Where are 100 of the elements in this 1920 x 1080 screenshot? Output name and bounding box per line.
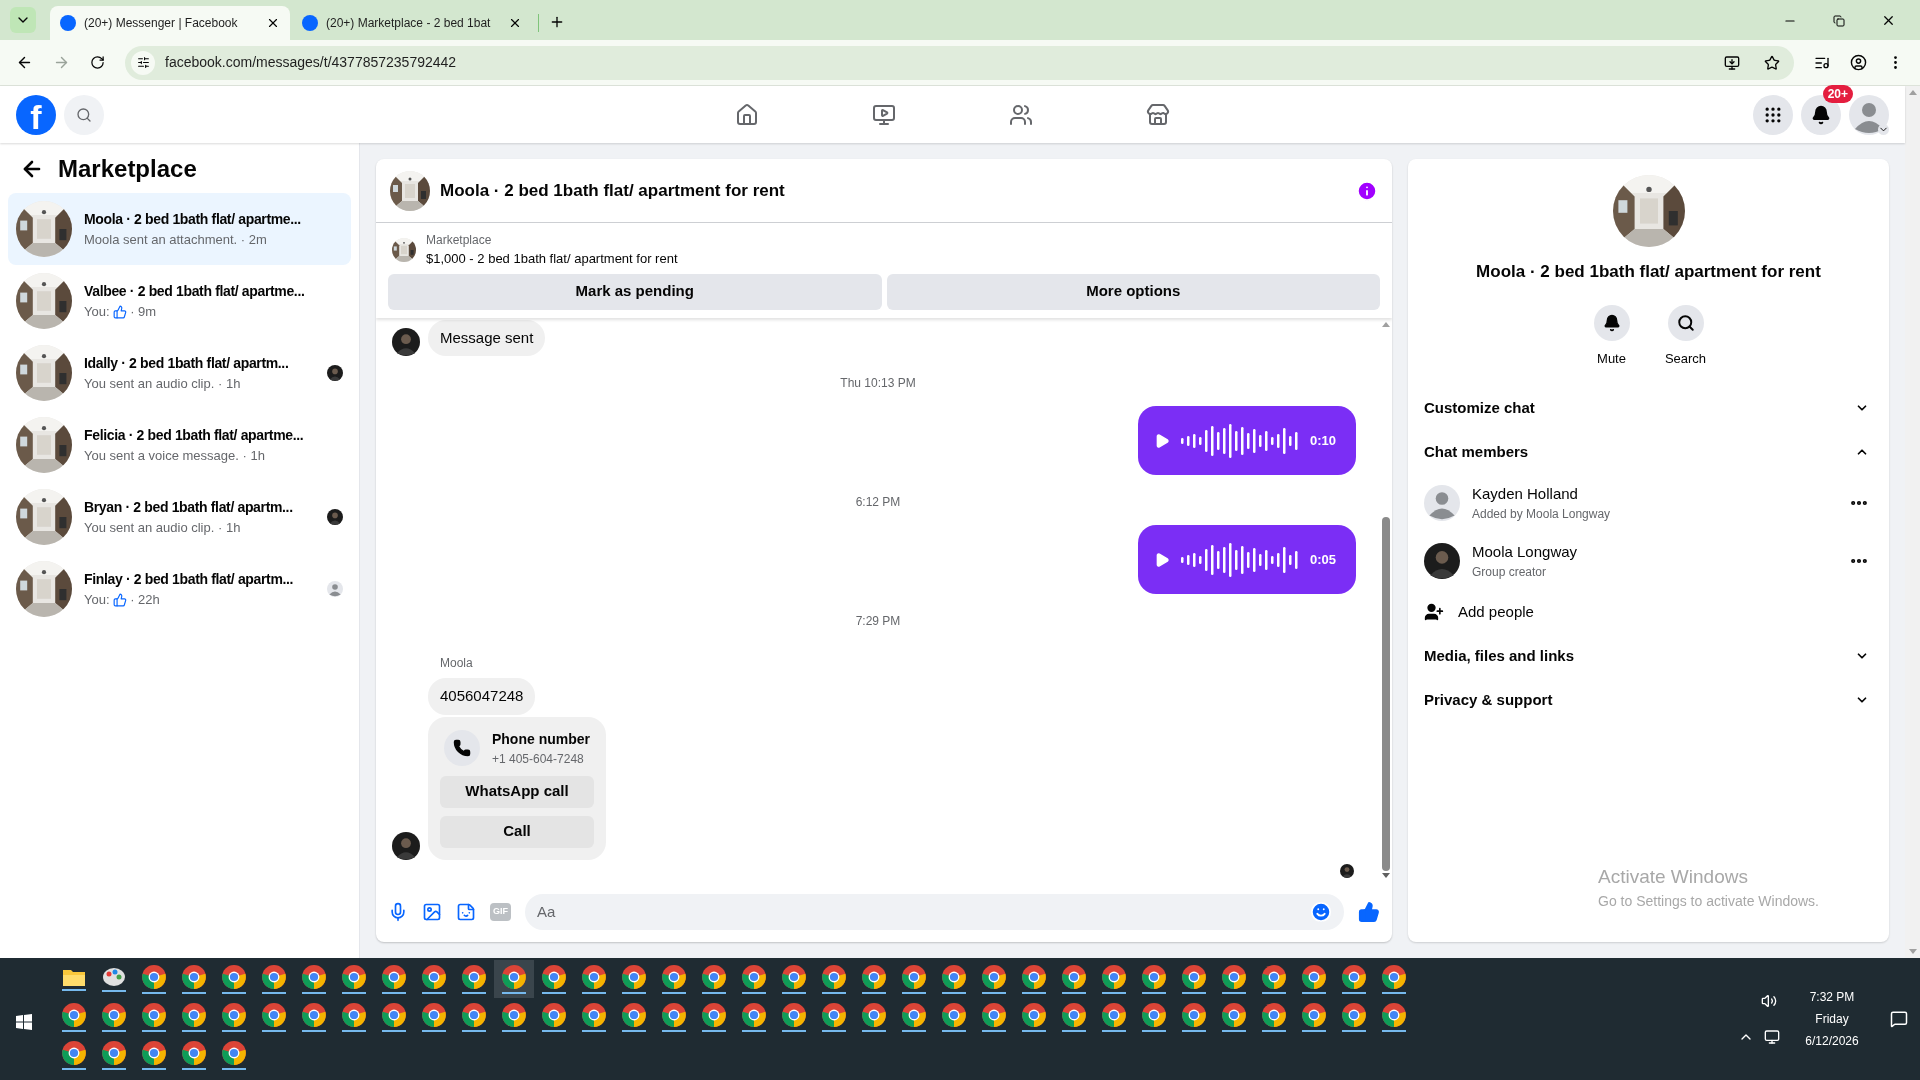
back-icon[interactable] — [16, 54, 33, 71]
store-icon[interactable] — [1146, 102, 1170, 127]
browser-icon[interactable] — [221, 1040, 247, 1066]
browser-icon[interactable] — [61, 1040, 87, 1066]
site-settings-icon[interactable] — [136, 56, 150, 69]
audio-message[interactable]: 0:10 — [1138, 406, 1356, 475]
like-icon[interactable] — [1358, 901, 1380, 923]
browser-icon[interactable] — [741, 1002, 767, 1028]
play-icon[interactable] — [1154, 551, 1170, 568]
add-people-item[interactable]: Add people — [1424, 590, 1873, 634]
browser-icon[interactable] — [1261, 1002, 1287, 1028]
conversation-item[interactable]: Bryan · 2 bed 1bath flat/ apartm... You sent an audio clip. · 1h — [8, 481, 351, 553]
microphone-icon[interactable] — [388, 902, 408, 922]
section-header[interactable]: Privacy & support — [1424, 678, 1873, 722]
emoji-icon[interactable] — [1310, 901, 1332, 923]
profile-icon[interactable] — [1850, 54, 1867, 71]
browser-icon[interactable] — [341, 964, 367, 990]
section-header[interactable]: Media, files and links — [1424, 634, 1873, 678]
browser-icon[interactable] — [781, 1002, 807, 1028]
browser-icon[interactable] — [1341, 964, 1367, 990]
browser-icon[interactable] — [941, 964, 967, 990]
member-row[interactable]: Moola Longway Group creator — [1424, 532, 1873, 590]
close-icon[interactable] — [508, 16, 522, 30]
browser-icon[interactable] — [621, 964, 647, 990]
browser-icon[interactable] — [541, 964, 567, 990]
restore-icon[interactable] — [1833, 14, 1845, 27]
browser-icon[interactable] — [1141, 964, 1167, 990]
browser-icon[interactable] — [861, 964, 887, 990]
conversation-item[interactable]: Valbee · 2 bed 1bath flat/ apartme... You: · 9m — [8, 265, 351, 337]
browser-icon[interactable] — [1221, 964, 1247, 990]
browser-icon[interactable] — [101, 1002, 127, 1028]
browser-icon[interactable] — [461, 1002, 487, 1028]
folder-icon[interactable] — [62, 967, 86, 987]
groups-icon[interactable] — [1009, 102, 1033, 127]
listing-action-button[interactable]: More options — [886, 273, 1380, 310]
bookmark-star-icon[interactable] — [1764, 54, 1780, 71]
browser-icon[interactable] — [1301, 1002, 1327, 1028]
start-icon[interactable] — [16, 1014, 32, 1030]
browser-icon[interactable] — [1221, 1002, 1247, 1028]
call-action-button[interactable]: Call — [440, 815, 594, 848]
browser-icon[interactable] — [301, 964, 327, 990]
close-icon[interactable] — [266, 16, 280, 30]
browser-icon[interactable] — [1141, 1002, 1167, 1028]
browser-icon[interactable] — [261, 1002, 287, 1028]
browser-icon[interactable] — [381, 964, 407, 990]
browser-icon[interactable] — [381, 1002, 407, 1028]
browser-icon[interactable] — [981, 964, 1007, 990]
browser-icon[interactable] — [1301, 964, 1327, 990]
browser-icon[interactable] — [1381, 1002, 1407, 1028]
conversation-item[interactable]: Idally · 2 bed 1bath flat/ apartm... You sent an audio clip. · 1h — [8, 337, 351, 409]
section-header[interactable]: Customize chat — [1424, 386, 1873, 430]
message-field[interactable]: Aa — [525, 894, 1344, 930]
audio-message[interactable]: 0:05 — [1138, 525, 1356, 594]
browser-icon[interactable] — [1261, 964, 1287, 990]
browser-icon[interactable] — [1181, 1002, 1207, 1028]
browser-icon[interactable] — [1341, 1002, 1367, 1028]
browser-icon[interactable] — [1021, 1002, 1047, 1028]
browser-icon[interactable] — [661, 964, 687, 990]
close-icon[interactable] — [1881, 13, 1896, 28]
image-icon[interactable] — [422, 902, 442, 922]
network-icon[interactable] — [1764, 1029, 1780, 1045]
conversation-item[interactable]: Moola · 2 bed 1bath flat/ apartme... Moola sent an attachment. · 2m — [8, 193, 351, 265]
browser-icon[interactable] — [1101, 1002, 1127, 1028]
sticker-icon[interactable] — [456, 902, 476, 922]
browser-tab[interactable]: (20+) Marketplace - 2 bed 1bat — [292, 6, 532, 40]
browser-icon[interactable] — [301, 1002, 327, 1028]
browser-icon[interactable] — [341, 1002, 367, 1028]
reload-icon[interactable] — [90, 55, 105, 70]
browser-icon[interactable] — [861, 1002, 887, 1028]
browser-icon[interactable] — [141, 1002, 167, 1028]
browser-icon[interactable] — [781, 964, 807, 990]
scrollbar-thumb[interactable] — [1382, 516, 1390, 871]
browser-icon[interactable] — [1181, 964, 1207, 990]
browser-icon[interactable] — [741, 964, 767, 990]
browser-icon[interactable] — [701, 964, 727, 990]
section-header[interactable]: Chat members — [1424, 430, 1873, 474]
listing-action-button[interactable]: Mark as pending — [388, 273, 882, 310]
conversation-item[interactable]: Felicia · 2 bed 1bath flat/ apartme... You sent a voice message. · 1h — [8, 409, 351, 481]
install-icon[interactable] — [1724, 54, 1740, 71]
browser-icon[interactable] — [141, 964, 167, 990]
member-row[interactable]: Kayden Holland Added by Moola Longway — [1424, 474, 1873, 532]
palette-icon[interactable] — [102, 966, 126, 988]
browser-icon[interactable] — [981, 1002, 1007, 1028]
browser-icon[interactable] — [621, 1002, 647, 1028]
action-button[interactable] — [1593, 304, 1630, 341]
volume-icon[interactable] — [1761, 993, 1777, 1009]
notifications-icon[interactable] — [1811, 104, 1831, 125]
browser-icon[interactable] — [581, 964, 607, 990]
browser-icon[interactable] — [181, 1002, 207, 1028]
search-icon[interactable] — [76, 106, 92, 123]
browser-icon[interactable] — [141, 1040, 167, 1066]
browser-icon[interactable] — [541, 1002, 567, 1028]
text-input[interactable]: Aa — [537, 900, 1310, 924]
info-icon[interactable] — [1356, 179, 1378, 202]
browser-icon[interactable] — [1101, 964, 1127, 990]
browser-icon[interactable] — [221, 964, 247, 990]
browser-icon[interactable] — [181, 964, 207, 990]
browser-icon[interactable] — [61, 1002, 87, 1028]
notification-center-icon[interactable] — [1890, 1010, 1908, 1028]
browser-icon[interactable] — [821, 1002, 847, 1028]
